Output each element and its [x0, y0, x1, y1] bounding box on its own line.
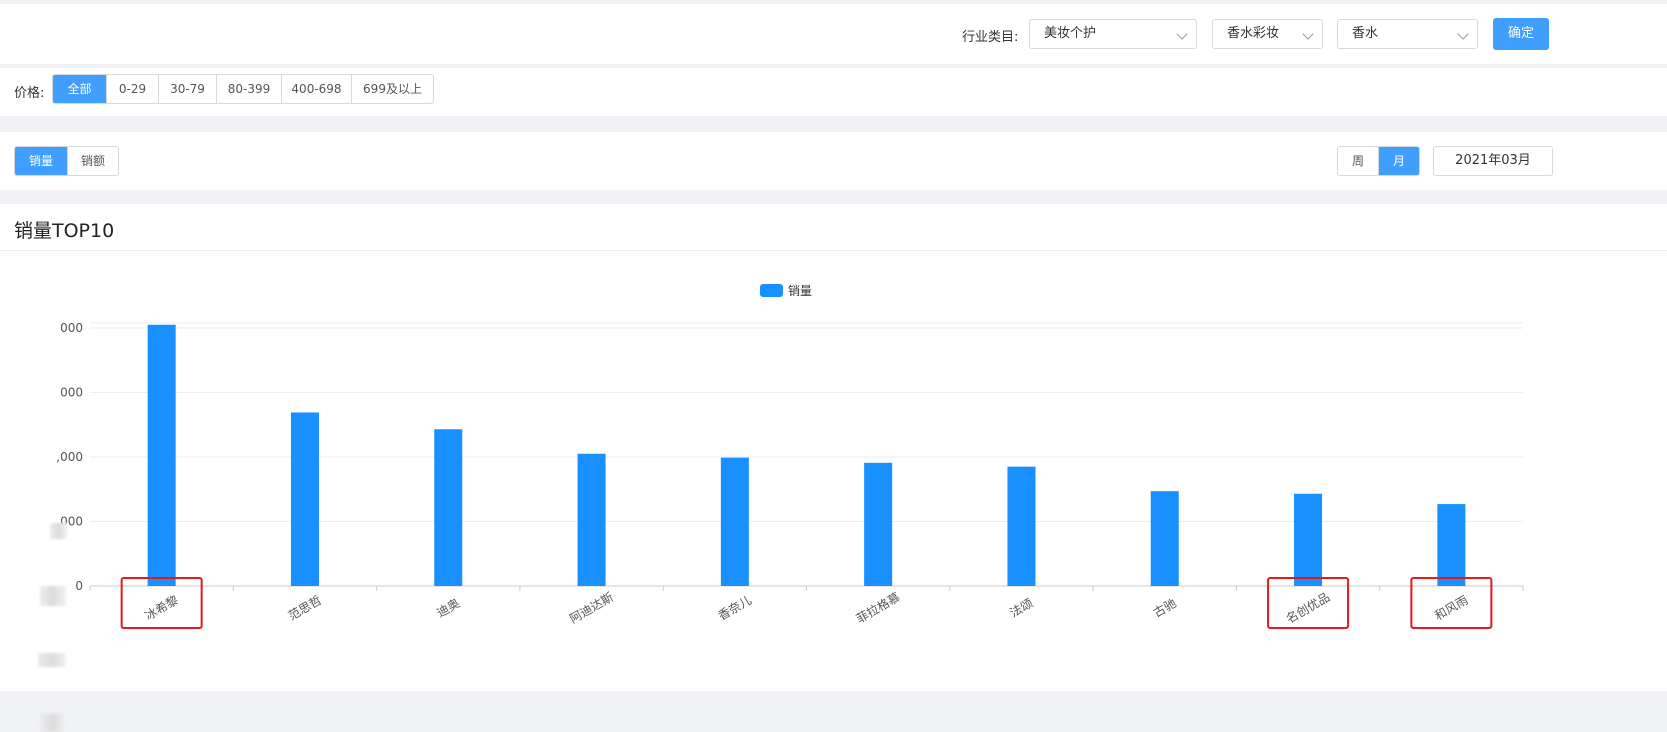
y-tick-label: 000	[60, 321, 83, 335]
price-option-0-29[interactable]: 0-29	[106, 75, 158, 103]
x-tick-label: 古驰	[1150, 595, 1178, 620]
period-tabs: 周 月	[1337, 146, 1420, 176]
price-option-80-399[interactable]: 80-399	[216, 75, 281, 103]
legend-swatch[interactable]	[760, 284, 783, 297]
x-tick-label: 菲拉格慕	[853, 589, 902, 626]
chevron-down-icon	[1176, 28, 1188, 40]
bar	[720, 457, 749, 586]
price-label: 价格:	[14, 86, 45, 101]
bar-chart: 销量0,000,000000000冰希黎 范思哲 迪奥 阿迪达斯 香奈儿 菲拉格慕 法颂 古驰…	[56, 284, 1524, 629]
metric-bar: 销量 销额 周 月 2021年03月	[0, 132, 1667, 190]
bar	[434, 429, 463, 586]
category-select-1-value: 美妆个护	[1044, 26, 1097, 41]
tab-sales-volume[interactable]: 销量	[15, 147, 67, 175]
y-tick-label: 0	[75, 579, 83, 593]
price-option-400-698[interactable]: 400-698	[281, 75, 351, 103]
blurred-tick-patch	[40, 586, 66, 606]
industry-label: 行业类目:	[962, 30, 1019, 45]
x-tick-label: 名创优品	[1283, 589, 1332, 626]
price-option-30-79[interactable]: 30-79	[158, 75, 216, 103]
blurred-tick-patch	[40, 714, 66, 732]
legend: 销量	[760, 284, 812, 298]
y-tick-label: ,000	[56, 450, 83, 464]
metric-tabs: 销量 销额	[14, 146, 119, 176]
blurred-tick-patch	[50, 523, 67, 539]
bar	[1294, 493, 1323, 586]
x-tick-label: 范思哲	[286, 593, 324, 623]
bar	[577, 453, 606, 586]
bar	[290, 412, 319, 586]
tab-month[interactable]: 月	[1378, 147, 1419, 175]
bar	[1007, 466, 1036, 586]
bar	[147, 324, 176, 586]
x-tick-label: 和风雨	[1432, 593, 1470, 623]
category-select-2-value: 香水彩妆	[1227, 26, 1280, 41]
x-tick-label: 阿迪达斯	[567, 590, 616, 626]
month-picker[interactable]: 2021年03月	[1433, 146, 1553, 176]
chevron-down-icon	[1302, 28, 1314, 40]
category-select-3-value: 香水	[1352, 26, 1379, 41]
price-option-699-plus[interactable]: 699及以上	[351, 75, 433, 103]
category-select-1[interactable]: 美妆个护	[1029, 19, 1197, 49]
bar	[1150, 491, 1179, 586]
x-tick-label: 迪奥	[434, 596, 462, 620]
confirm-button[interactable]: 确定	[1493, 18, 1549, 50]
price-bar: 价格: 全部 0-29 30-79 80-399 400-698 699及以上	[0, 68, 1667, 116]
filter-bar: 行业类目: 美妆个护 香水彩妆 香水 确定	[0, 4, 1667, 64]
x-tick-label: 冰希黎	[142, 592, 181, 623]
y-tick-label: 000	[60, 386, 83, 400]
legend-label[interactable]: 销量	[788, 284, 812, 298]
tab-week[interactable]: 周	[1338, 147, 1378, 175]
x-tick-label: 香奈儿	[716, 593, 754, 623]
blurred-tick-patch	[38, 653, 66, 667]
price-filter-group: 全部 0-29 30-79 80-399 400-698 699及以上	[52, 74, 434, 104]
bar	[864, 462, 893, 586]
tab-sales-amount[interactable]: 销额	[67, 147, 118, 175]
bar	[1437, 504, 1466, 586]
x-tick-label: 法颂	[1008, 596, 1036, 620]
price-option-all[interactable]: 全部	[53, 75, 106, 103]
chevron-down-icon	[1457, 28, 1469, 40]
category-select-3[interactable]: 香水	[1337, 19, 1478, 49]
category-select-2[interactable]: 香水彩妆	[1212, 19, 1323, 49]
